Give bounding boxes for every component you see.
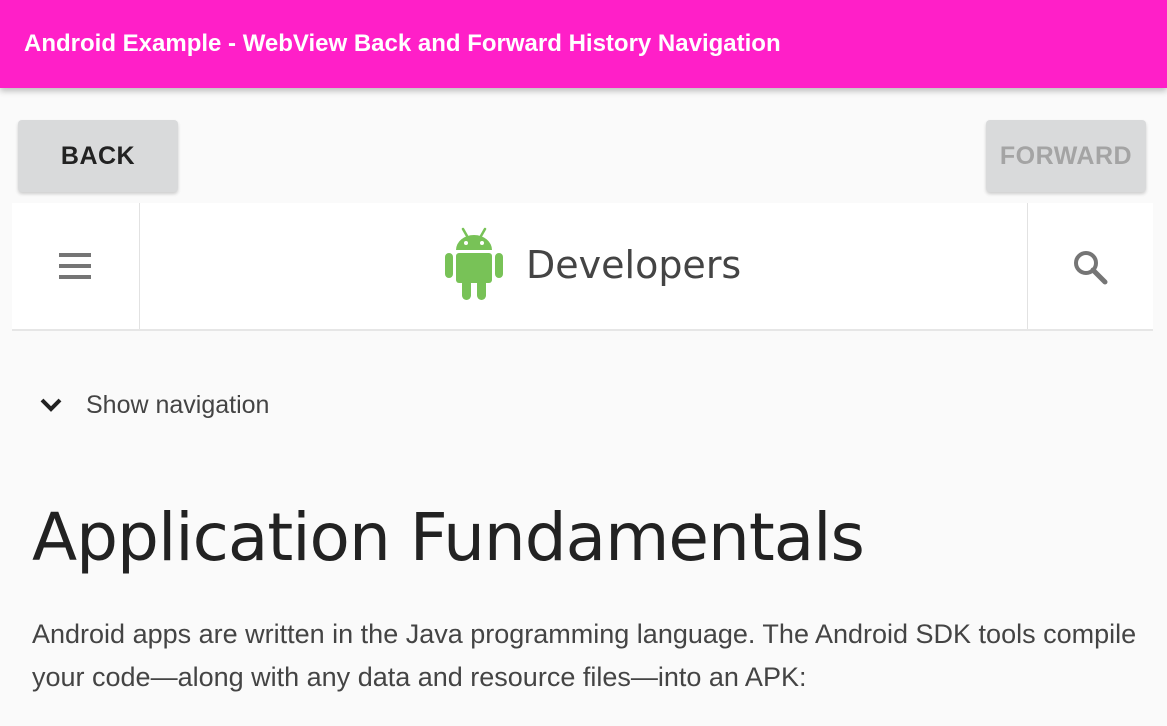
forward-button[interactable]: FORWARD	[986, 120, 1146, 192]
chevron-down-icon	[40, 398, 62, 412]
intro-paragraph: Android apps are written in the Java pro…	[32, 619, 1137, 692]
android-robot-icon	[445, 227, 503, 300]
back-button[interactable]: BACK	[18, 120, 178, 192]
site-header: Developers	[12, 203, 1153, 331]
page-title: Application Fundamentals	[32, 499, 865, 576]
app-bar: Android Example - WebView Back and Forwa…	[0, 0, 1167, 88]
menu-button[interactable]	[12, 203, 140, 329]
webview[interactable]: Developers Show navigation Application F…	[12, 203, 1153, 726]
search-icon	[1074, 251, 1108, 285]
hamburger-menu-icon	[59, 253, 91, 279]
app-title: Android Example - WebView Back and Forwa…	[24, 30, 781, 57]
show-navigation-label: Show navigation	[86, 391, 270, 419]
brand-name: Developers	[526, 243, 742, 287]
search-button[interactable]	[1027, 203, 1153, 329]
